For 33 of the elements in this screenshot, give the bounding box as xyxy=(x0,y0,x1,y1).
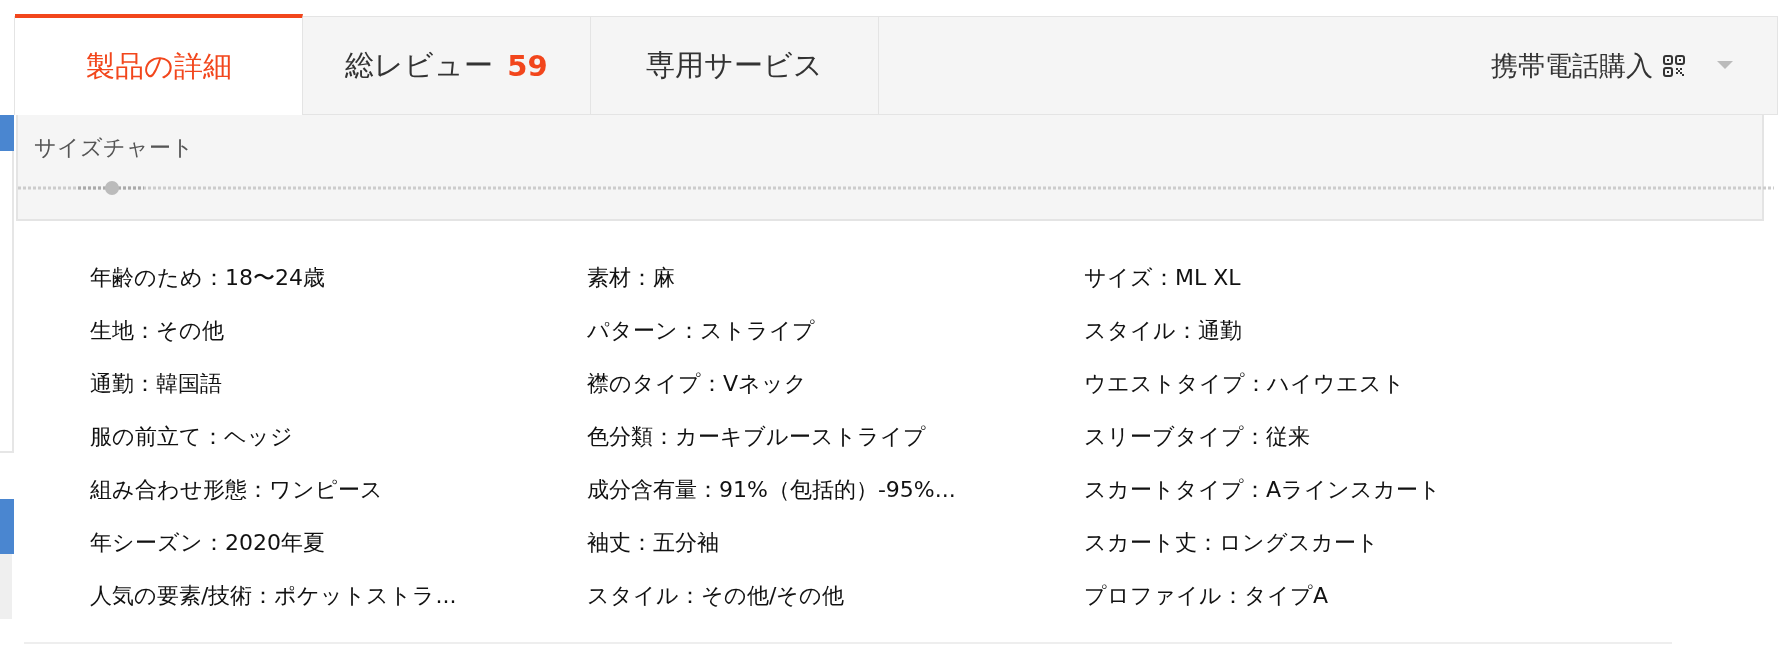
attribute-text: 襟のタイプ：Vネック xyxy=(587,370,808,398)
scrollbar[interactable] xyxy=(18,181,1774,195)
attribute-text: ウエストタイプ：ハイウエスト xyxy=(1084,370,1405,398)
attribute-text: スリーブタイプ：従来 xyxy=(1084,423,1310,451)
attribute-text: 色分類：カーキブルーストライプ xyxy=(587,423,926,451)
attribute-text: 生地：その他 xyxy=(90,317,224,345)
attribute-text: 服の前立て：ヘッジ xyxy=(90,423,293,451)
attribute-text: 通勤：韓国語 xyxy=(90,370,222,398)
attribute-text: 成分含有量：91%（包括的）-95%... xyxy=(587,476,956,504)
attribute-text: スカート丈：ロングスカート xyxy=(1084,529,1379,557)
caret-icon[interactable] xyxy=(1717,61,1733,70)
tab[interactable]: 製品の詳細 xyxy=(15,14,303,115)
tab[interactable]: 総レビュー 59 xyxy=(303,17,591,115)
attribute-text: スタイル：その他/その他 xyxy=(587,582,845,610)
attribute-text: プロファイル：タイプA xyxy=(1084,582,1329,610)
attribute-text: スタイル：通勤 xyxy=(1084,317,1242,345)
attribute-text: 人気の要素/技術：ポケットストラ... xyxy=(90,582,457,610)
attribute-text: 素材：麻 xyxy=(587,264,675,292)
side-tab-marker xyxy=(0,499,14,554)
mobile-purchase-link[interactable]: 携帯電話購入 xyxy=(1491,47,1653,84)
attribute-text: パターン：ストライプ xyxy=(587,317,815,345)
tab[interactable]: 専用サービス xyxy=(591,17,879,115)
side-panel-edge xyxy=(0,554,12,619)
attribute-text: スカートタイプ：Aラインスカート xyxy=(1084,476,1442,504)
size-chart-title: サイズチャート xyxy=(33,134,194,162)
attribute-text: 年シーズン：2020年夏 xyxy=(90,529,325,557)
qr-code-icon xyxy=(1663,54,1685,77)
side-tab-marker xyxy=(0,115,14,151)
attribute-text: サイズ：ML XL xyxy=(1084,264,1241,292)
review-count: 59 xyxy=(507,48,548,83)
attribute-text: 年齢のため：18〜24歳 xyxy=(90,264,325,292)
attribute-text: 袖丈：五分袖 xyxy=(587,529,719,557)
attribute-text: 組み合わせ形態：ワンピース xyxy=(90,476,383,504)
